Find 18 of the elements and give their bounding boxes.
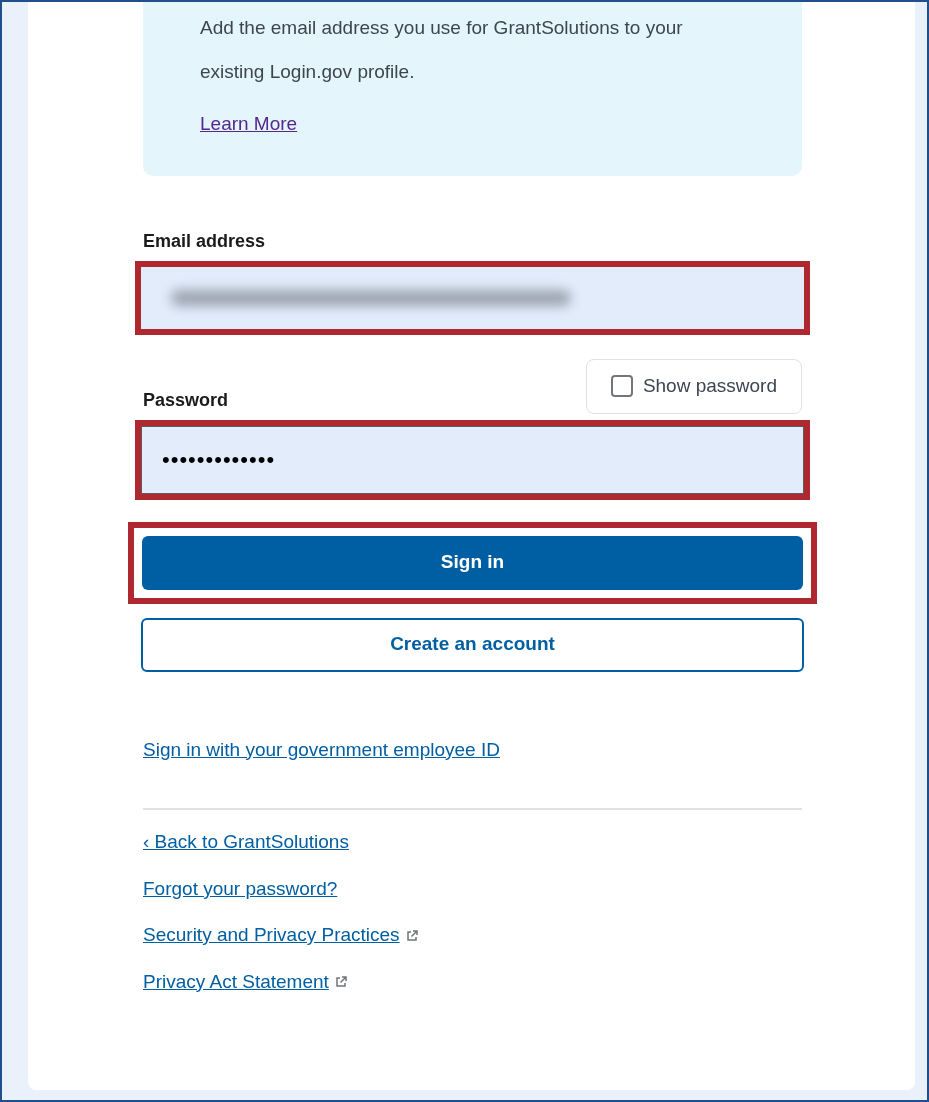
- checkbox[interactable]: [610, 375, 633, 398]
- footer-link[interactable]: Privacy Act Statement: [143, 967, 347, 996]
- field-label: Email address: [143, 230, 267, 253]
- password-input-field[interactable]: •••••••••••••: [141, 425, 804, 494]
- external-link-icon: [334, 976, 347, 989]
- sign-in-link[interactable]: Sign in with your government employee ID: [143, 738, 500, 760]
- show-password-toggle[interactable]: Show password: [585, 359, 802, 414]
- field-label: Password: [143, 388, 229, 412]
- footer-link[interactable]: Forgot your password?: [143, 874, 338, 903]
- email-input-field[interactable]: [141, 267, 804, 329]
- checkbox-label: Show password: [642, 374, 777, 398]
- learn-more-link[interactable]: Learn More: [200, 113, 298, 134]
- footer-link[interactable]: Security and Privacy Practices: [143, 921, 418, 950]
- external-link-icon: [405, 930, 418, 942]
- sign-in-button[interactable]: Sign in: [142, 535, 803, 590]
- footer-link[interactable]: ‹ Back to GrantSolutions: [143, 828, 349, 857]
- notice-text: Add the email address you use for GrantSolutions to your existing Login.gov profile.: [200, 16, 684, 84]
- create-account-button[interactable]: Create an account: [141, 617, 804, 672]
